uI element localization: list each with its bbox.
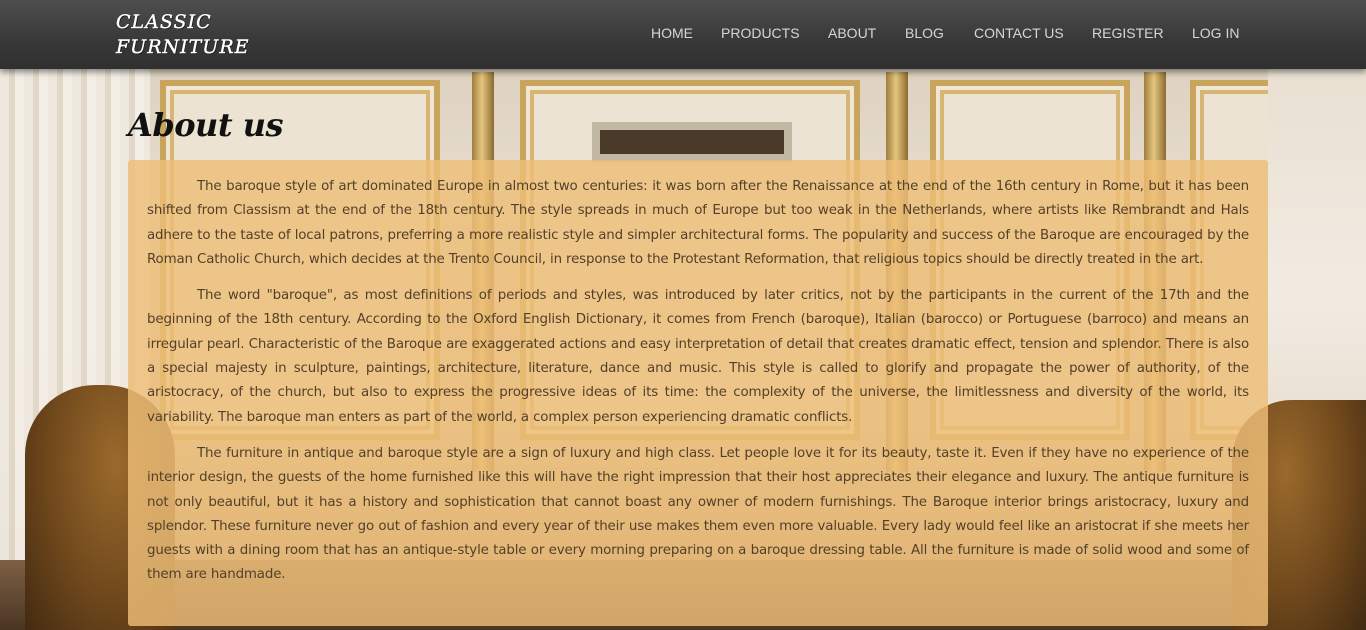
nav-log-in[interactable]: LOG IN	[1192, 25, 1239, 41]
top-navigation-bar: CLASSIC FURNITURE HOME PRODUCTS ABOUT BL…	[0, 0, 1366, 69]
nav-contact-us[interactable]: CONTACT US	[974, 25, 1064, 41]
about-content-panel: The baroque style of art dominated Europ…	[128, 160, 1268, 626]
about-paragraph-1: The baroque style of art dominated Europ…	[147, 179, 1249, 267]
nav-home[interactable]: HOME	[651, 25, 693, 41]
about-paragraph-2: The word "baroque", as most definitions …	[147, 288, 1249, 425]
nav-blog[interactable]: BLOG	[905, 25, 944, 41]
main-nav: HOME PRODUCTS ABOUT BLOG CONTACT US REGI…	[0, 25, 1366, 45]
nav-about[interactable]: ABOUT	[828, 25, 876, 41]
nav-register[interactable]: REGISTER	[1092, 25, 1164, 41]
wall-painting	[592, 122, 792, 162]
page-title: About us	[128, 106, 284, 144]
nav-products[interactable]: PRODUCTS	[721, 25, 800, 41]
about-paragraph-3: The furniture in antique and baroque sty…	[147, 445, 1249, 583]
